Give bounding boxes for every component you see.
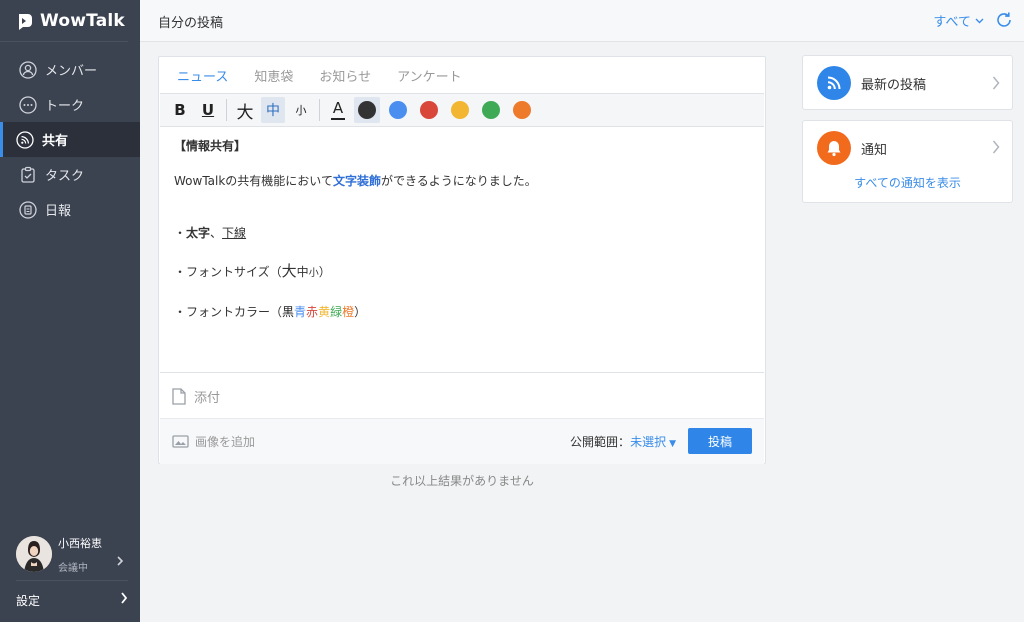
- chevron-right-icon: [121, 592, 128, 604]
- file-icon: [172, 388, 186, 405]
- post-editor: ニュース 知恵袋 お知らせ アンケート B U 大 中 小 A 【情報共有】 W…: [158, 56, 766, 464]
- filter-label: すべて: [933, 15, 971, 30]
- font-size-small-button[interactable]: 小: [289, 97, 313, 123]
- show-all-notifications-link[interactable]: すべての通知を表示: [803, 174, 1012, 191]
- notifications-header[interactable]: 通知: [803, 121, 1012, 171]
- scope-label: 公開範囲：: [570, 435, 631, 449]
- sidebar-nav: メンバー トーク 共有 タスク 日報: [0, 52, 140, 227]
- feed-icon: [817, 66, 851, 100]
- tab-survey[interactable]: アンケート: [397, 66, 461, 93]
- color-dot: [482, 101, 500, 119]
- person-icon: [19, 60, 37, 79]
- attach-button[interactable]: 添付: [160, 375, 764, 419]
- app-name: WowTalk: [40, 10, 125, 31]
- sidebar-item-label: トーク: [45, 99, 85, 114]
- caret-down-icon: ▼: [669, 439, 676, 449]
- sidebar-item-label: 共有: [42, 134, 69, 149]
- profile-name: 小西裕恵: [58, 536, 102, 550]
- header: 自分の投稿 すべて: [140, 0, 1024, 42]
- color-dot: [420, 101, 438, 119]
- avatar: [16, 536, 52, 572]
- divider: [319, 99, 320, 121]
- color-swatch-orange[interactable]: [509, 97, 535, 123]
- divider: [16, 580, 128, 581]
- visibility-scope: 公開範囲：未選択 ▼: [570, 433, 676, 450]
- content-line: WowTalkの共有機能において文字装飾ができるようになりました。: [174, 174, 537, 188]
- color-dot: [358, 101, 376, 119]
- content-heading: 【情報共有】: [174, 139, 247, 153]
- content-bullet-bold-underline: ・太字、下線: [174, 226, 247, 240]
- add-image-button[interactable]: 画像を追加: [172, 433, 255, 450]
- logo-icon: [19, 13, 32, 30]
- notifications-widget: 通知 すべての通知を表示: [802, 120, 1013, 203]
- color-swatch-green[interactable]: [478, 97, 504, 123]
- notifications-label: 通知: [861, 143, 888, 158]
- app-logo[interactable]: WowTalk: [0, 0, 128, 42]
- underline-button[interactable]: U: [196, 97, 220, 123]
- filter-dropdown[interactable]: すべて: [933, 11, 984, 30]
- user-profile[interactable]: 小西裕恵 会議中: [0, 528, 140, 580]
- chevron-right-icon: [117, 556, 124, 566]
- page-title: 自分の投稿: [158, 16, 224, 31]
- bell-icon: [817, 131, 851, 165]
- post-type-tabs: ニュース 知恵袋 お知らせ アンケート: [159, 57, 765, 93]
- refresh-icon[interactable]: [994, 10, 1014, 30]
- sidebar-item-members[interactable]: メンバー: [0, 52, 140, 87]
- chevron-right-icon: [992, 76, 1000, 90]
- chevron-right-icon: [992, 140, 1000, 154]
- sidebar-item-talk[interactable]: トーク: [0, 87, 140, 122]
- report-icon: [19, 200, 37, 219]
- font-size-large-button[interactable]: 大: [233, 97, 257, 123]
- font-color-button[interactable]: A: [326, 97, 350, 123]
- tab-news[interactable]: ニュース: [177, 66, 228, 93]
- font-color-underbar: [331, 117, 345, 120]
- color-swatch-yellow[interactable]: [447, 97, 473, 123]
- content-bullet-font-color: ・フォントカラー（黒青赤黄緑橙）: [174, 305, 367, 319]
- settings-label: 設定: [16, 593, 41, 608]
- color-swatch-red[interactable]: [416, 97, 442, 123]
- sidebar-item-label: メンバー: [45, 64, 98, 79]
- color-dot: [451, 101, 469, 119]
- sidebar-item-daily-report[interactable]: 日報: [0, 192, 140, 227]
- tab-announcement[interactable]: お知らせ: [319, 66, 371, 93]
- color-dot: [389, 101, 407, 119]
- divider: [226, 99, 227, 121]
- no-more-results: これ以上結果がありません: [390, 474, 534, 488]
- profile-status: 会議中: [58, 562, 88, 574]
- sidebar-item-label: タスク: [45, 169, 85, 184]
- editor-footer: 画像を追加 公開範囲：未選択 ▼ 投稿: [160, 419, 764, 464]
- format-toolbar: B U 大 中 小 A: [160, 93, 764, 127]
- attach-label: 添付: [194, 391, 221, 406]
- add-image-label: 画像を追加: [195, 435, 256, 449]
- color-dot: [513, 101, 531, 119]
- tab-knowledge[interactable]: 知恵袋: [254, 66, 293, 93]
- post-content-editor[interactable]: 【情報共有】 WowTalkの共有機能において文字装飾ができるようになりました。…: [160, 127, 764, 373]
- sidebar-item-share[interactable]: 共有: [0, 122, 140, 157]
- font-size-medium-button[interactable]: 中: [261, 97, 285, 123]
- content-bullet-font-size: ・フォントサイズ（大中小）: [174, 262, 331, 280]
- color-swatch-black[interactable]: [354, 97, 380, 123]
- image-icon: [172, 435, 189, 448]
- clipboard-icon: [19, 166, 37, 184]
- chevron-down-icon: [975, 18, 984, 23]
- latest-posts-label: 最新の投稿: [861, 78, 927, 93]
- bold-button[interactable]: B: [168, 97, 192, 123]
- settings-button[interactable]: 設定: [16, 590, 128, 610]
- sidebar: WowTalk メンバー トーク 共有 タスク 日報 小西裕恵 会議中 設定: [0, 0, 140, 622]
- chat-icon: [19, 95, 37, 114]
- sidebar-item-label: 日報: [45, 204, 72, 219]
- scope-dropdown[interactable]: 未選択 ▼: [630, 435, 676, 449]
- feed-icon: [16, 130, 34, 149]
- sidebar-item-tasks[interactable]: タスク: [0, 157, 140, 192]
- post-button[interactable]: 投稿: [688, 428, 752, 454]
- latest-posts-widget[interactable]: 最新の投稿: [802, 55, 1013, 110]
- color-swatch-blue[interactable]: [385, 97, 411, 123]
